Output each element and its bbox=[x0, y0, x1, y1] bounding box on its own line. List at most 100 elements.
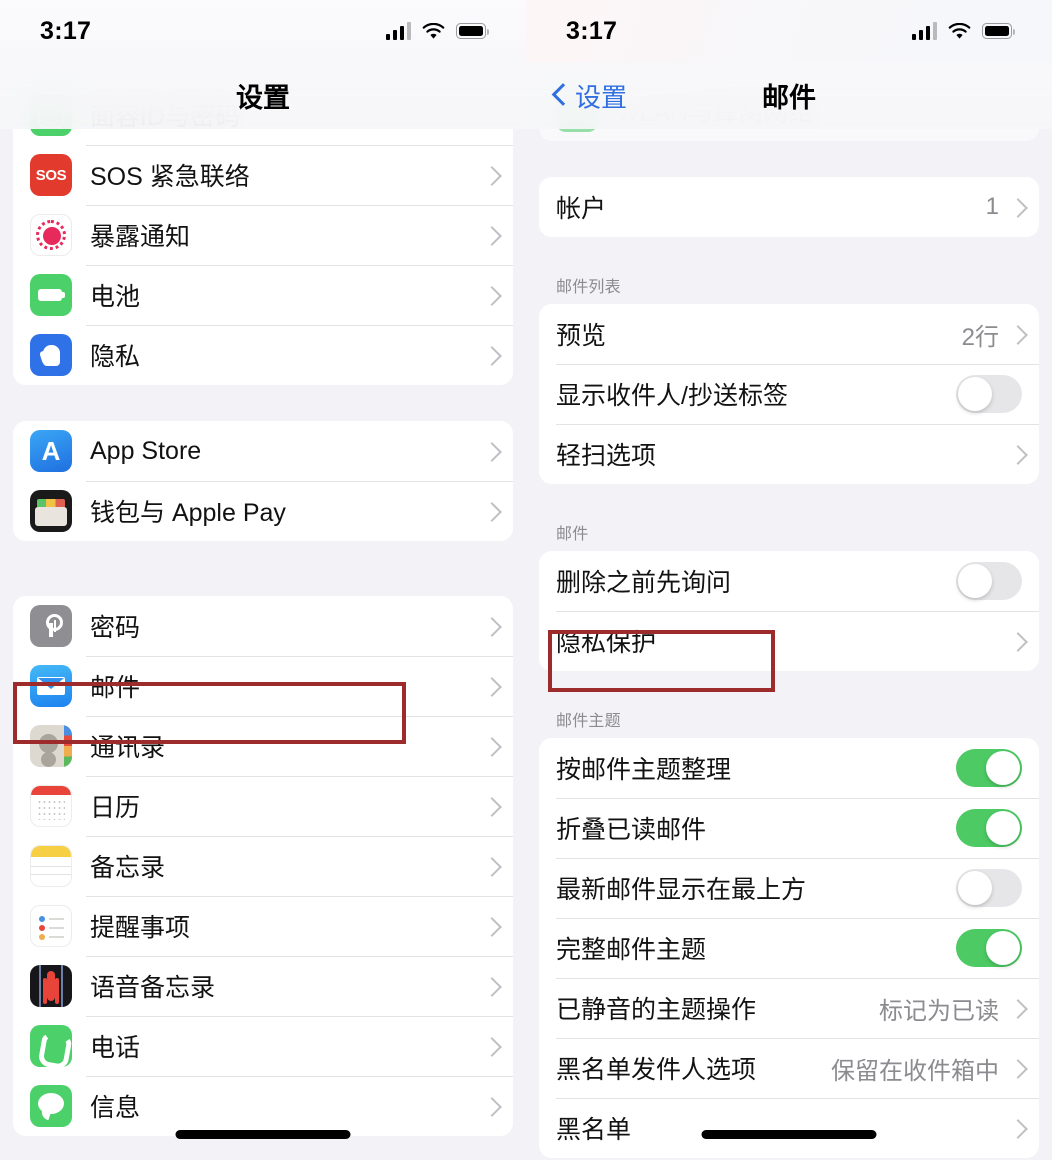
row-label: 帐户 bbox=[556, 195, 607, 223]
status-time: 3:17 bbox=[40, 16, 92, 45]
toggle-show-to-cc-labels[interactable] bbox=[956, 375, 1022, 413]
battery-icon bbox=[30, 274, 72, 316]
row-label: 备忘录 bbox=[90, 854, 166, 882]
settings-group-apps: 密码 邮件 通讯录 日历 备忘录 提醒事项 语音备忘录 电话 信息 bbox=[13, 596, 513, 1136]
row-label: 密码 bbox=[90, 614, 141, 642]
row-label: 显示收件人/抄送标签 bbox=[556, 382, 788, 410]
row-swipe-options[interactable]: 轻扫选项 bbox=[539, 424, 1039, 484]
settings-group-accounts: 帐户 1 bbox=[539, 177, 1039, 237]
home-indicator bbox=[175, 1130, 351, 1139]
sidebar-item-mail[interactable]: 邮件 bbox=[13, 656, 513, 716]
page-title-settings: 设置 bbox=[236, 83, 290, 113]
row-label: 邮件 bbox=[90, 674, 141, 702]
sidebar-item-battery[interactable]: 电池 bbox=[13, 265, 513, 325]
chevron-right-icon bbox=[485, 1037, 496, 1056]
sos-icon: SOS bbox=[30, 154, 72, 196]
sidebar-item-calendar[interactable]: 日历 bbox=[13, 776, 513, 836]
mail-settings-list[interactable]: WLAN与蜂窝网络 帐户 1 邮件列表 预览 2行 bbox=[526, 0, 1052, 1160]
chevron-right-icon bbox=[485, 917, 496, 936]
chevron-right-icon bbox=[1011, 325, 1022, 344]
sidebar-item-phone[interactable]: 电话 bbox=[13, 1016, 513, 1076]
chevron-right-icon bbox=[485, 617, 496, 636]
row-label: 电话 bbox=[90, 1034, 141, 1062]
sidebar-item-exposure[interactable]: 暴露通知 bbox=[13, 205, 513, 265]
back-button-settings[interactable]: 设置 bbox=[552, 77, 627, 114]
sidebar-item-reminders[interactable]: 提醒事项 bbox=[13, 896, 513, 956]
settings-list[interactable]: 面容ID与密码 SOS SOS 紧急联络 暴露通知 电池 bbox=[0, 0, 526, 1160]
voice-memos-icon bbox=[30, 965, 72, 1007]
toggle-most-recent-on-top[interactable] bbox=[956, 869, 1022, 907]
toggle-ask-before-deleting[interactable] bbox=[956, 562, 1022, 600]
status-bar-left: 3:17 bbox=[0, 0, 526, 62]
sidebar-item-app-store[interactable]: A App Store bbox=[13, 421, 513, 481]
row-muted-thread-action[interactable]: 已静音的主题操作 标记为已读 bbox=[539, 978, 1039, 1038]
status-indicators bbox=[911, 21, 1016, 40]
row-collapse-read-messages[interactable]: 折叠已读邮件 bbox=[539, 798, 1039, 858]
row-value: 1 bbox=[985, 193, 999, 220]
chevron-right-icon bbox=[485, 346, 496, 365]
row-blocked-sender-options[interactable]: 黑名单发件人选项 保留在收件箱中 bbox=[539, 1038, 1039, 1098]
row-label: 黑名单 bbox=[556, 1116, 632, 1144]
toggle-complete-threads[interactable] bbox=[956, 929, 1022, 967]
calendar-icon bbox=[30, 785, 72, 827]
wifi-icon bbox=[948, 22, 971, 40]
left-screen-settings: 3:17 设置 面容ID与密码 SOS bbox=[0, 0, 526, 1160]
phone-icon bbox=[30, 1025, 72, 1067]
group-header-messages: 邮件 bbox=[556, 526, 589, 543]
status-bar-right: 3:17 bbox=[526, 0, 1052, 62]
row-label: 轻扫选项 bbox=[556, 442, 657, 470]
right-screen-mail-settings: 3:17 设置 邮件 WLAN与蜂窝网络 bbox=[526, 0, 1052, 1160]
row-blocked[interactable]: 黑名单 bbox=[539, 1098, 1039, 1158]
chevron-right-icon bbox=[485, 286, 496, 305]
reminders-icon bbox=[30, 905, 72, 947]
settings-group-security: 面容ID与密码 SOS SOS 紧急联络 暴露通知 电池 bbox=[13, 85, 513, 385]
row-preview[interactable]: 预览 2行 bbox=[539, 304, 1039, 364]
settings-group-threading: 按邮件主题整理 折叠已读邮件 最新邮件显示在最上方 完整邮件主题 已静音的主题操… bbox=[539, 738, 1039, 1158]
sidebar-item-contacts[interactable]: 通讯录 bbox=[13, 716, 513, 776]
settings-group-message-list: 预览 2行 显示收件人/抄送标签 轻扫选项 bbox=[539, 304, 1039, 484]
signal-bars-icon bbox=[911, 21, 937, 40]
sidebar-item-notes[interactable]: 备忘录 bbox=[13, 836, 513, 896]
row-label: App Store bbox=[90, 436, 202, 465]
exposure-notification-icon bbox=[30, 214, 72, 256]
row-label: SOS 紧急联络 bbox=[90, 163, 250, 191]
row-label: 通讯录 bbox=[90, 734, 166, 762]
status-time: 3:17 bbox=[566, 16, 618, 45]
chevron-right-icon bbox=[485, 737, 496, 756]
chevron-right-icon bbox=[485, 977, 496, 996]
row-label: 已静音的主题操作 bbox=[556, 996, 757, 1024]
wifi-icon bbox=[422, 22, 445, 40]
passwords-key-icon bbox=[30, 605, 72, 647]
privacy-hand-icon bbox=[30, 334, 72, 376]
row-label: 预览 bbox=[556, 322, 607, 350]
chevron-right-icon bbox=[485, 442, 496, 461]
sidebar-item-privacy[interactable]: 隐私 bbox=[13, 325, 513, 385]
toggle-organize-by-thread[interactable] bbox=[956, 749, 1022, 787]
home-indicator bbox=[701, 1130, 877, 1139]
row-accounts[interactable]: 帐户 1 bbox=[539, 177, 1039, 237]
sidebar-item-messages[interactable]: 信息 bbox=[13, 1076, 513, 1136]
row-privacy-protection[interactable]: 隐私保护 bbox=[539, 611, 1039, 671]
row-complete-threads[interactable]: 完整邮件主题 bbox=[539, 918, 1039, 978]
row-organize-by-thread[interactable]: 按邮件主题整理 bbox=[539, 738, 1039, 798]
row-ask-before-deleting[interactable]: 删除之前先询问 bbox=[539, 551, 1039, 611]
sidebar-item-passwords[interactable]: 密码 bbox=[13, 596, 513, 656]
chevron-right-icon bbox=[485, 797, 496, 816]
signal-bars-icon bbox=[385, 21, 411, 40]
sidebar-item-sos[interactable]: SOS SOS 紧急联络 bbox=[13, 145, 513, 205]
row-most-recent-on-top[interactable]: 最新邮件显示在最上方 bbox=[539, 858, 1039, 918]
sidebar-item-wallet[interactable]: 钱包与 Apple Pay bbox=[13, 481, 513, 541]
toggle-collapse-read-messages[interactable] bbox=[956, 809, 1022, 847]
row-show-to-cc-labels[interactable]: 显示收件人/抄送标签 bbox=[539, 364, 1039, 424]
row-label: 按邮件主题整理 bbox=[556, 756, 732, 784]
row-label: 最新邮件显示在最上方 bbox=[556, 876, 807, 904]
row-value: 保留在收件箱中 bbox=[831, 1057, 999, 1085]
row-label: 隐私保护 bbox=[556, 629, 657, 657]
chevron-right-icon bbox=[1011, 999, 1022, 1018]
sidebar-item-voice-memos[interactable]: 语音备忘录 bbox=[13, 956, 513, 1016]
